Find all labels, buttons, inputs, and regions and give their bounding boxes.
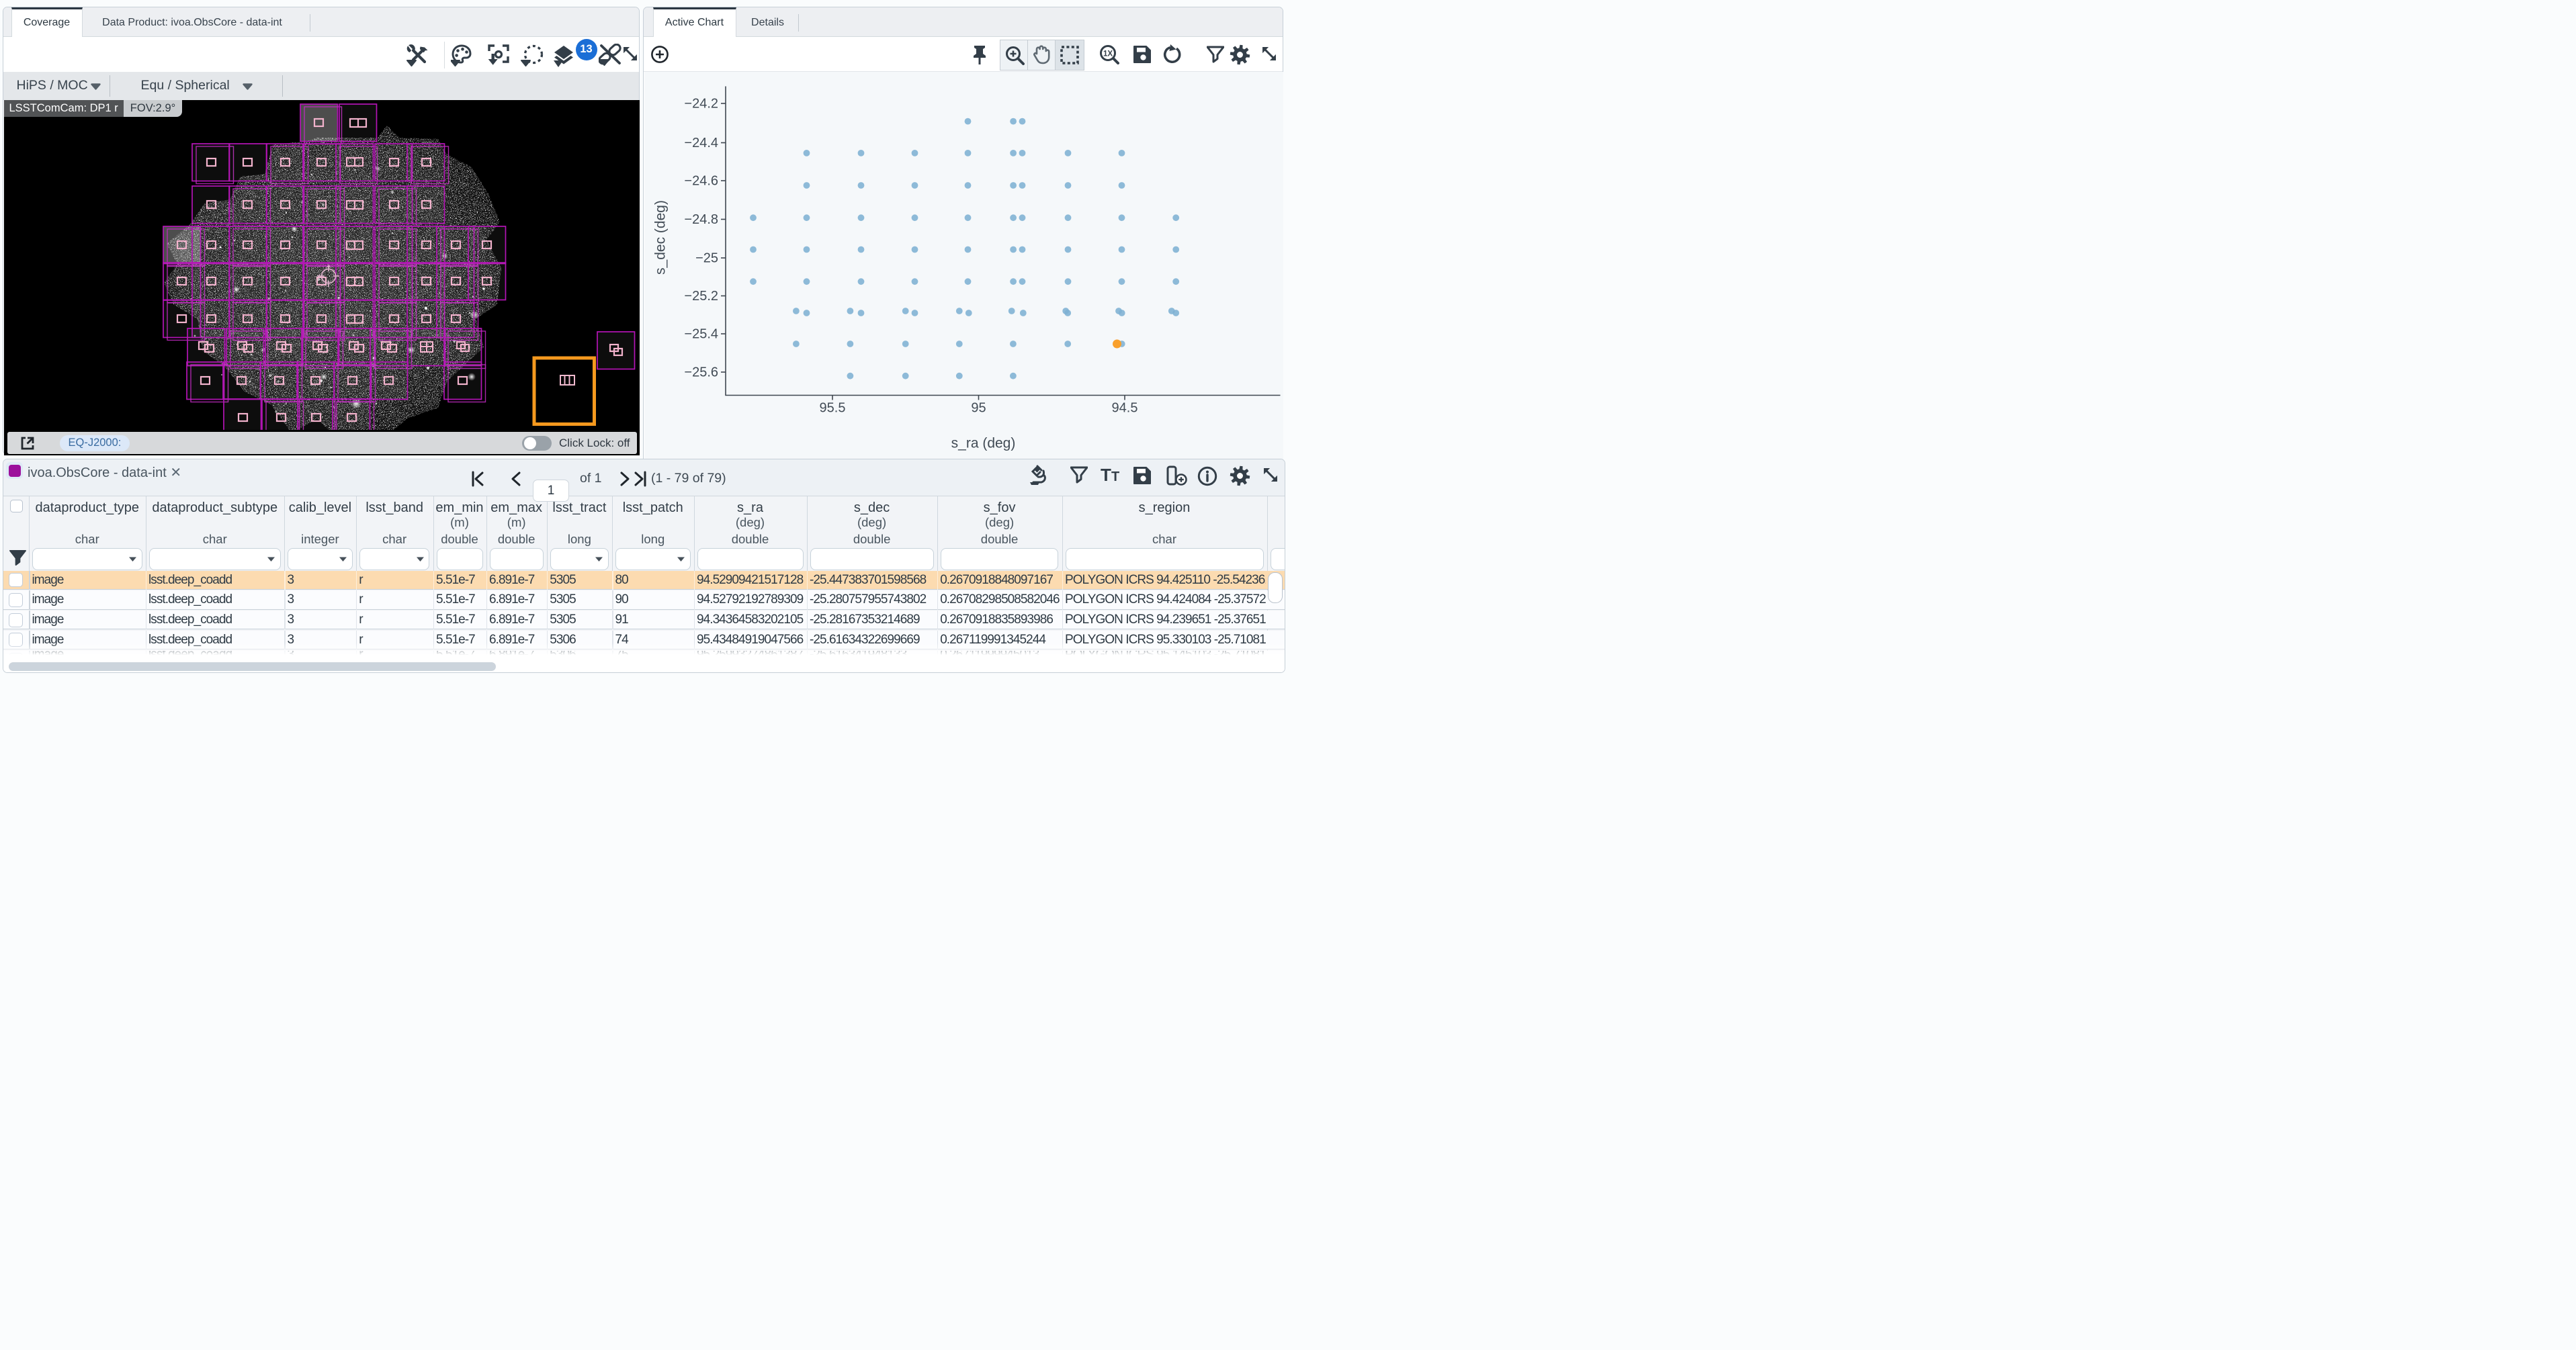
svg-text:95.5: 95.5	[819, 400, 845, 415]
svg-text:−25.6: −25.6	[684, 365, 718, 379]
svg-text:95: 95	[971, 400, 986, 415]
svg-text:−24.4: −24.4	[684, 136, 718, 150]
svg-text:−25.4: −25.4	[684, 326, 718, 341]
svg-text:−25.2: −25.2	[684, 289, 718, 304]
svg-text:T: T	[1101, 466, 1111, 485]
svg-text:94.5: 94.5	[1111, 400, 1137, 415]
svg-text:s_dec (deg): s_dec (deg)	[652, 200, 668, 275]
svg-text:−24.6: −24.6	[684, 173, 718, 188]
svg-text:T: T	[1111, 469, 1119, 484]
svg-text:1X: 1X	[1103, 50, 1112, 58]
svg-text:−24.8: −24.8	[684, 212, 718, 227]
svg-text:−24.2: −24.2	[684, 96, 718, 111]
svg-text:−25: −25	[695, 251, 718, 265]
svg-text:s_ra (deg): s_ra (deg)	[951, 435, 1015, 451]
